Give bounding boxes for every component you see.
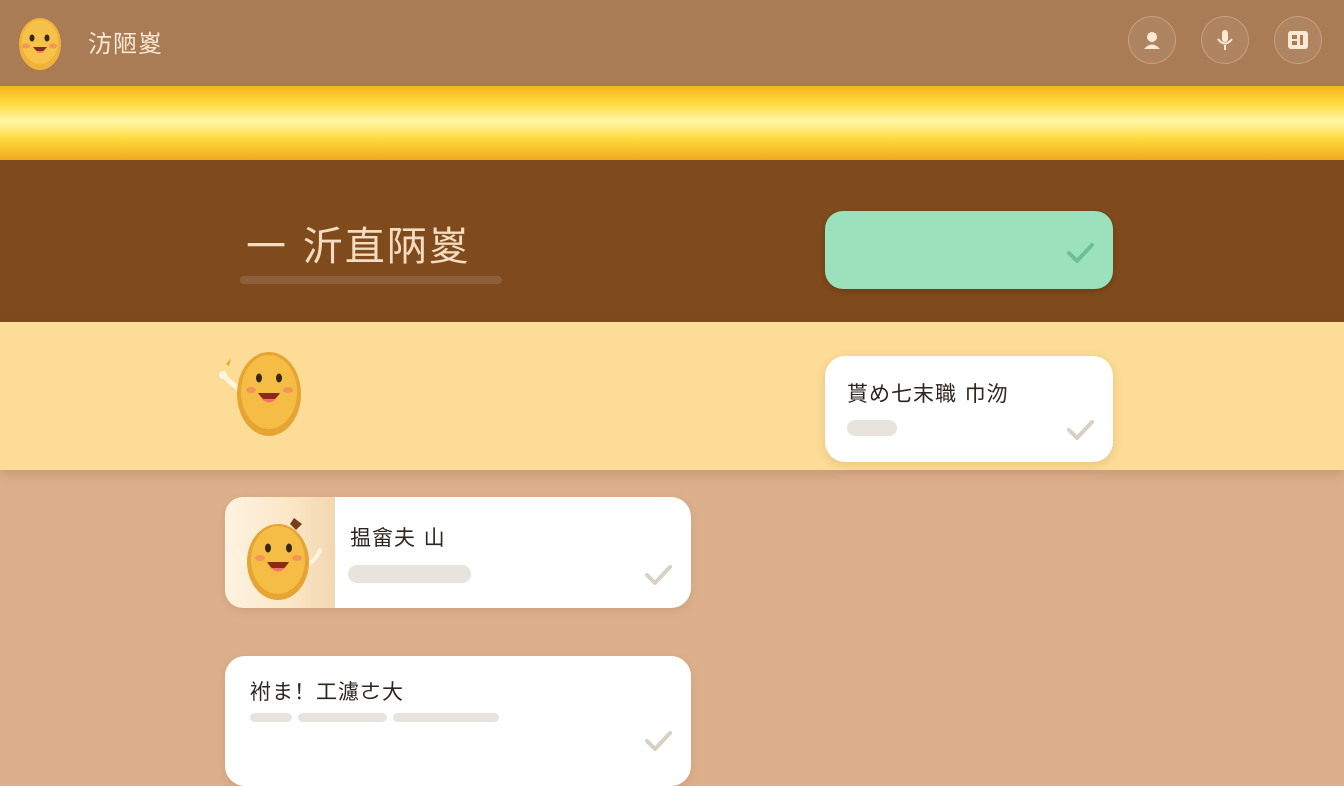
progress-band <box>0 322 1344 470</box>
progress-pill <box>250 713 292 722</box>
task-label: 貰め七末職 巾沕 <box>847 382 1009 406</box>
check-icon <box>1067 420 1094 440</box>
voice-button[interactable] <box>1201 16 1249 64</box>
task-card-3[interactable]: 袝ま！工濾ㄜ大 <box>225 656 691 786</box>
task-label: 袝ま！工濾ㄜ大 <box>250 680 404 704</box>
potato-mascot-logo[interactable] <box>16 12 64 72</box>
completed-button[interactable] <box>825 211 1113 289</box>
check-icon <box>645 731 672 751</box>
user-icon <box>1144 32 1160 49</box>
progress-pill <box>298 713 387 722</box>
progress-pill <box>393 713 499 722</box>
app-title: 汸陋嵏 <box>88 30 163 58</box>
card-button[interactable] <box>1274 16 1322 64</box>
glow-banner <box>0 86 1344 160</box>
progress-pill <box>348 565 471 583</box>
task-card-1[interactable]: 貰め七末職 巾沕 <box>825 356 1113 462</box>
waving-mascot <box>219 352 301 436</box>
check-icon <box>1067 243 1094 263</box>
section-title: 一 沂直陃嵏 <box>246 224 471 270</box>
cheering-mascot <box>236 518 322 600</box>
check-icon <box>645 565 672 585</box>
microphone-icon <box>1217 30 1233 50</box>
hero-section <box>0 160 1344 322</box>
card-icon <box>1288 31 1308 49</box>
title-underline <box>240 276 502 284</box>
task-label: 揾畲夫 山 <box>350 526 446 550</box>
progress-pill <box>847 420 897 436</box>
profile-button[interactable] <box>1128 16 1176 64</box>
